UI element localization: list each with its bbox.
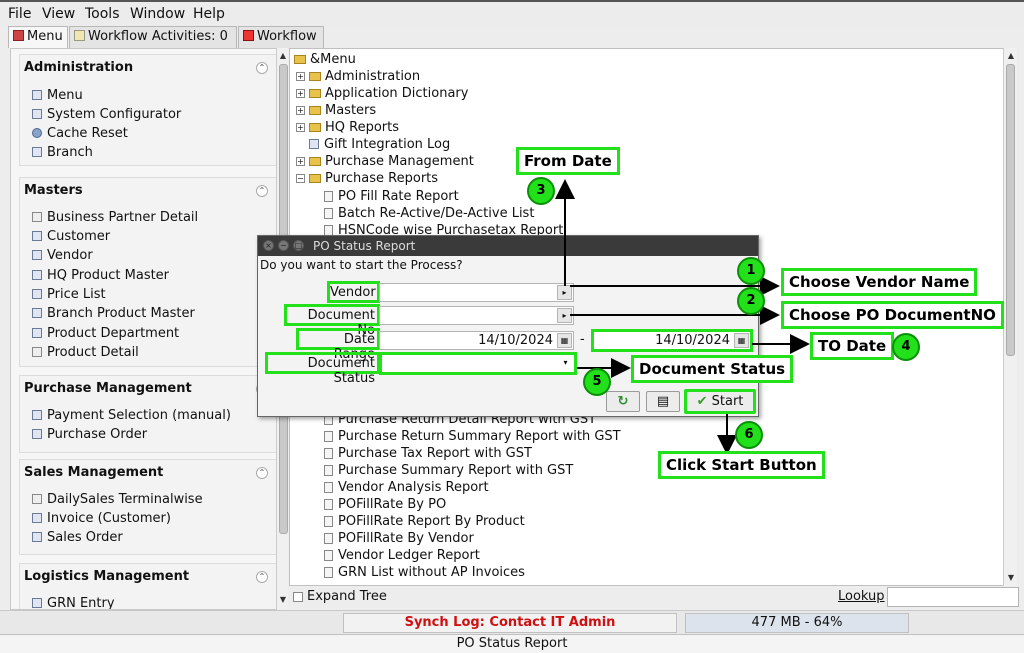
annotation-from-date: From Date bbox=[516, 147, 620, 175]
annotation-start: Click Start Button bbox=[658, 451, 825, 479]
annotation-number-4: 4 bbox=[892, 333, 920, 361]
annotation-number-3: 3 bbox=[527, 177, 555, 205]
annotation-number-5: 5 bbox=[583, 368, 611, 396]
annotation-vendor: Choose Vendor Name bbox=[781, 268, 978, 296]
annotation-number-6: 6 bbox=[735, 421, 763, 449]
annotation-number-1: 1 bbox=[737, 257, 765, 285]
annotation-document-status: Document Status bbox=[631, 355, 794, 383]
annotation-to-date: TO Date bbox=[810, 332, 895, 360]
annotation-docno: Choose PO DocumentNO bbox=[781, 301, 1004, 329]
annotation-number-2: 2 bbox=[737, 287, 765, 315]
